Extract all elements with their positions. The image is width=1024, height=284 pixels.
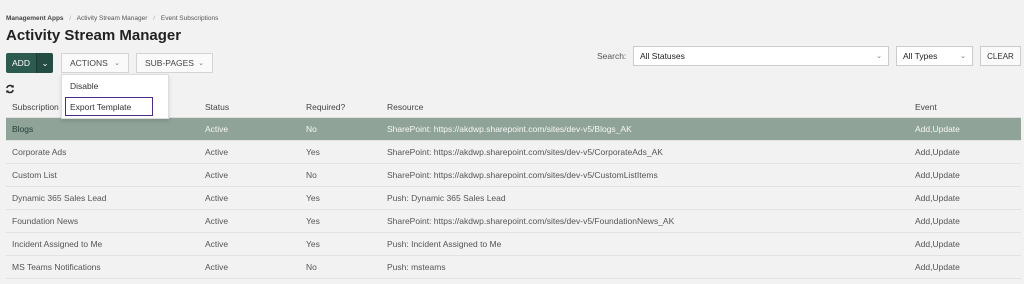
cell-resource: SharePoint: https://akdwp.sharepoint.com…: [387, 170, 658, 180]
cell-status: Active: [205, 170, 229, 180]
chevron-down-icon: ⌄: [41, 57, 49, 68]
cell-required: Yes: [306, 239, 320, 249]
breadcrumb: Management Apps / Activity Stream Manage…: [6, 15, 218, 22]
column-header-required[interactable]: Required?: [306, 96, 345, 117]
cell-status: Active: [205, 193, 229, 203]
cell-subscription[interactable]: Dynamic 365 Sales Lead: [12, 187, 107, 209]
cell-resource: SharePoint: https://akdwp.sharepoint.com…: [387, 147, 663, 157]
table-row[interactable]: MS Teams Notifications Active No Push: mste…: [6, 256, 1021, 279]
cell-subscription[interactable]: Corporate Ads: [12, 141, 66, 163]
cell-resource: SharePoint: https://akdwp.sharepoint.com…: [387, 124, 632, 134]
table-row[interactable]: Foundation News Active Yes SharePoint: http…: [6, 210, 1021, 233]
chevron-down-icon: ⌄: [198, 60, 204, 67]
table-row[interactable]: Corporate Ads Active Yes SharePoint: https:…: [6, 141, 1021, 164]
cell-event: Add,Update: [915, 170, 960, 180]
cell-subscription[interactable]: MS Teams Notifications: [12, 256, 101, 278]
cell-required: Yes: [306, 147, 320, 157]
cell-event: Add,Update: [915, 262, 960, 272]
chevron-down-icon: ⌄: [960, 53, 966, 60]
cell-subscription[interactable]: Foundation News: [12, 210, 78, 232]
type-filter-value: All Types: [903, 51, 938, 61]
table-body: Blogs Active No SharePoint: https://akdwp.s…: [6, 118, 1021, 279]
cell-required: No: [306, 170, 317, 180]
cell-event: Add,Update: [915, 147, 960, 157]
column-header-subscription[interactable]: Subscription: [12, 96, 59, 117]
cell-subscription[interactable]: Custom List: [12, 164, 57, 186]
cell-required: No: [306, 262, 317, 272]
cell-resource: SharePoint: https://akdwp.sharepoint.com…: [387, 216, 675, 226]
column-header-status[interactable]: Status: [205, 96, 229, 117]
cell-required: No: [306, 124, 317, 134]
cell-event: Add,Update: [915, 193, 960, 203]
breadcrumb-separator: /: [69, 15, 72, 22]
cell-status: Active: [205, 239, 229, 249]
status-filter-value: All Statuses: [640, 51, 685, 61]
actions-label: ACTIONS: [70, 58, 108, 68]
breadcrumb-activity-stream-manager[interactable]: Activity Stream Manager: [77, 15, 148, 22]
subscriptions-table: Subscription Status Required? Resource E…: [6, 96, 1021, 279]
clear-button[interactable]: CLEAR: [980, 46, 1021, 66]
cell-status: Active: [205, 216, 229, 226]
cell-required: Yes: [306, 193, 320, 203]
cell-required: Yes: [306, 216, 320, 226]
breadcrumb-separator: /: [153, 15, 156, 22]
page-title: Activity Stream Manager: [6, 27, 182, 44]
column-header-event[interactable]: Event: [915, 96, 937, 117]
actions-dropdown-menu: Disable Export Template: [61, 74, 169, 119]
cell-event: Add,Update: [915, 216, 960, 226]
add-dropdown-button[interactable]: ⌄: [36, 53, 53, 73]
menu-item-disable[interactable]: Disable: [70, 81, 98, 91]
cell-event: Add,Update: [915, 239, 960, 249]
cell-resource: Push: msteams: [387, 262, 446, 272]
column-header-resource[interactable]: Resource: [387, 96, 423, 117]
cell-status: Active: [205, 147, 229, 157]
cell-subscription[interactable]: Blogs: [12, 118, 33, 140]
cell-resource: Push: Dynamic 365 Sales Lead: [387, 193, 506, 203]
cell-resource: Push: Incident Assigned to Me: [387, 239, 502, 249]
table-row[interactable]: Blogs Active No SharePoint: https://akdwp.s…: [6, 118, 1021, 141]
cell-status: Active: [205, 262, 229, 272]
breadcrumb-management-apps[interactable]: Management Apps: [6, 15, 64, 22]
cell-subscription[interactable]: Incident Assigned to Me: [12, 233, 102, 255]
cell-event: Add,Update: [915, 124, 960, 134]
search-label: Search:: [597, 51, 627, 61]
status-filter-select[interactable]: All Statuses ⌄: [633, 46, 889, 66]
table-row[interactable]: Incident Assigned to Me Active Yes Push: In…: [6, 233, 1021, 256]
breadcrumb-event-subscriptions: Event Subscriptions: [160, 15, 219, 22]
refresh-icon[interactable]: [5, 84, 15, 94]
chevron-down-icon: ⌄: [876, 53, 882, 60]
sub-pages-label: SUB-PAGES: [145, 58, 194, 68]
menu-item-export-template[interactable]: Export Template: [65, 97, 153, 116]
sub-pages-button[interactable]: SUB-PAGES ⌄: [136, 53, 213, 73]
add-button[interactable]: ADD: [6, 53, 36, 73]
table-row[interactable]: Dynamic 365 Sales Lead Active Yes Push: Dyn…: [6, 187, 1021, 210]
table-row[interactable]: Custom List Active No SharePoint: https://a…: [6, 164, 1021, 187]
chevron-down-icon: ⌄: [114, 60, 120, 67]
type-filter-select[interactable]: All Types ⌄: [896, 46, 973, 66]
actions-button[interactable]: ACTIONS ⌄: [61, 53, 129, 73]
cell-status: Active: [205, 124, 229, 134]
